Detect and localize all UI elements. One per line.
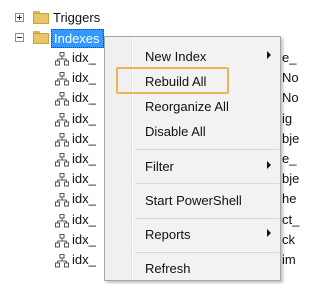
index-icon bbox=[55, 254, 69, 268]
tree-node-indexes[interactable]: Indexes bbox=[51, 29, 104, 48]
index-name-fragment: No bbox=[282, 70, 299, 85]
menu-item-label: Reports bbox=[145, 226, 191, 242]
index-name-fragment: ig bbox=[282, 111, 293, 126]
tree-node-index[interactable]: idx_ bbox=[72, 70, 96, 85]
index-name-fragment: No bbox=[282, 90, 299, 105]
index-name-fragment: ck bbox=[282, 232, 295, 247]
menu-item-label: Refresh bbox=[145, 260, 191, 276]
index-name-fragment: bje bbox=[282, 131, 300, 146]
index-icon bbox=[55, 234, 69, 248]
menu-separator bbox=[135, 183, 279, 184]
menu-item-label: New Index bbox=[145, 48, 207, 64]
index-name-fragment: im bbox=[282, 252, 296, 267]
menu-separator bbox=[135, 149, 279, 150]
tree-node-index[interactable]: idx_ bbox=[72, 111, 96, 126]
tree-node-index[interactable]: idx_ bbox=[72, 191, 96, 206]
index-icon bbox=[55, 214, 69, 228]
tree-node-index[interactable]: idx_ bbox=[72, 90, 96, 105]
folder-icon bbox=[33, 11, 49, 24]
menu-item-refresh[interactable]: Refresh bbox=[108, 257, 277, 279]
index-icon bbox=[55, 52, 69, 66]
tree-node-index[interactable]: idx_ bbox=[72, 232, 96, 247]
index-icon bbox=[55, 72, 69, 86]
index-icon bbox=[55, 193, 69, 207]
rebuild-all-highlight-box bbox=[116, 67, 229, 94]
tree-node-index[interactable]: idx_ bbox=[72, 252, 96, 267]
submenu-arrow-icon bbox=[267, 51, 271, 59]
menu-item-disable-all[interactable]: Disable All bbox=[108, 120, 277, 142]
tree-node-index[interactable]: idx_ bbox=[72, 50, 96, 65]
tree-node-triggers[interactable]: Triggers bbox=[53, 10, 100, 25]
index-name-fragment: bje bbox=[282, 171, 300, 186]
index-icon bbox=[55, 173, 69, 187]
menu-item-start-powershell[interactable]: Start PowerShell bbox=[108, 189, 277, 211]
index-icon bbox=[55, 153, 69, 167]
index-name-fragment: he bbox=[282, 191, 297, 206]
menu-separator bbox=[135, 218, 279, 219]
menu-item-new-index[interactable]: New Index bbox=[108, 45, 277, 67]
index-name-fragment: ct_ bbox=[282, 212, 300, 227]
tree-node-index[interactable]: idx_ bbox=[72, 171, 96, 186]
collapse-indexes-toggle[interactable] bbox=[15, 33, 24, 42]
folder-icon bbox=[33, 31, 49, 44]
tree-node-index[interactable]: idx_ bbox=[72, 212, 96, 227]
tree-node-index[interactable]: idx_ bbox=[72, 151, 96, 166]
menu-item-reports[interactable]: Reports bbox=[108, 223, 277, 245]
index-name-fragment: e_ bbox=[282, 151, 297, 166]
menu-item-label: Reorganize All bbox=[145, 98, 229, 114]
menu-separator bbox=[135, 252, 279, 253]
tree-node-index[interactable]: idx_ bbox=[72, 131, 96, 146]
menu-item-label: Disable All bbox=[145, 123, 206, 139]
index-name-fragment: e_ bbox=[282, 50, 297, 65]
index-icon bbox=[55, 133, 69, 147]
menu-item-label: Start PowerShell bbox=[145, 192, 242, 208]
menu-item-filter[interactable]: Filter bbox=[108, 155, 277, 177]
menu-item-label: Filter bbox=[145, 158, 174, 174]
expand-triggers-toggle[interactable] bbox=[15, 13, 24, 22]
menu-item-reorganize-all[interactable]: Reorganize All bbox=[108, 95, 277, 117]
submenu-arrow-icon bbox=[267, 229, 271, 237]
index-icon bbox=[55, 113, 69, 127]
index-icon bbox=[55, 92, 69, 106]
submenu-arrow-icon bbox=[267, 161, 271, 169]
